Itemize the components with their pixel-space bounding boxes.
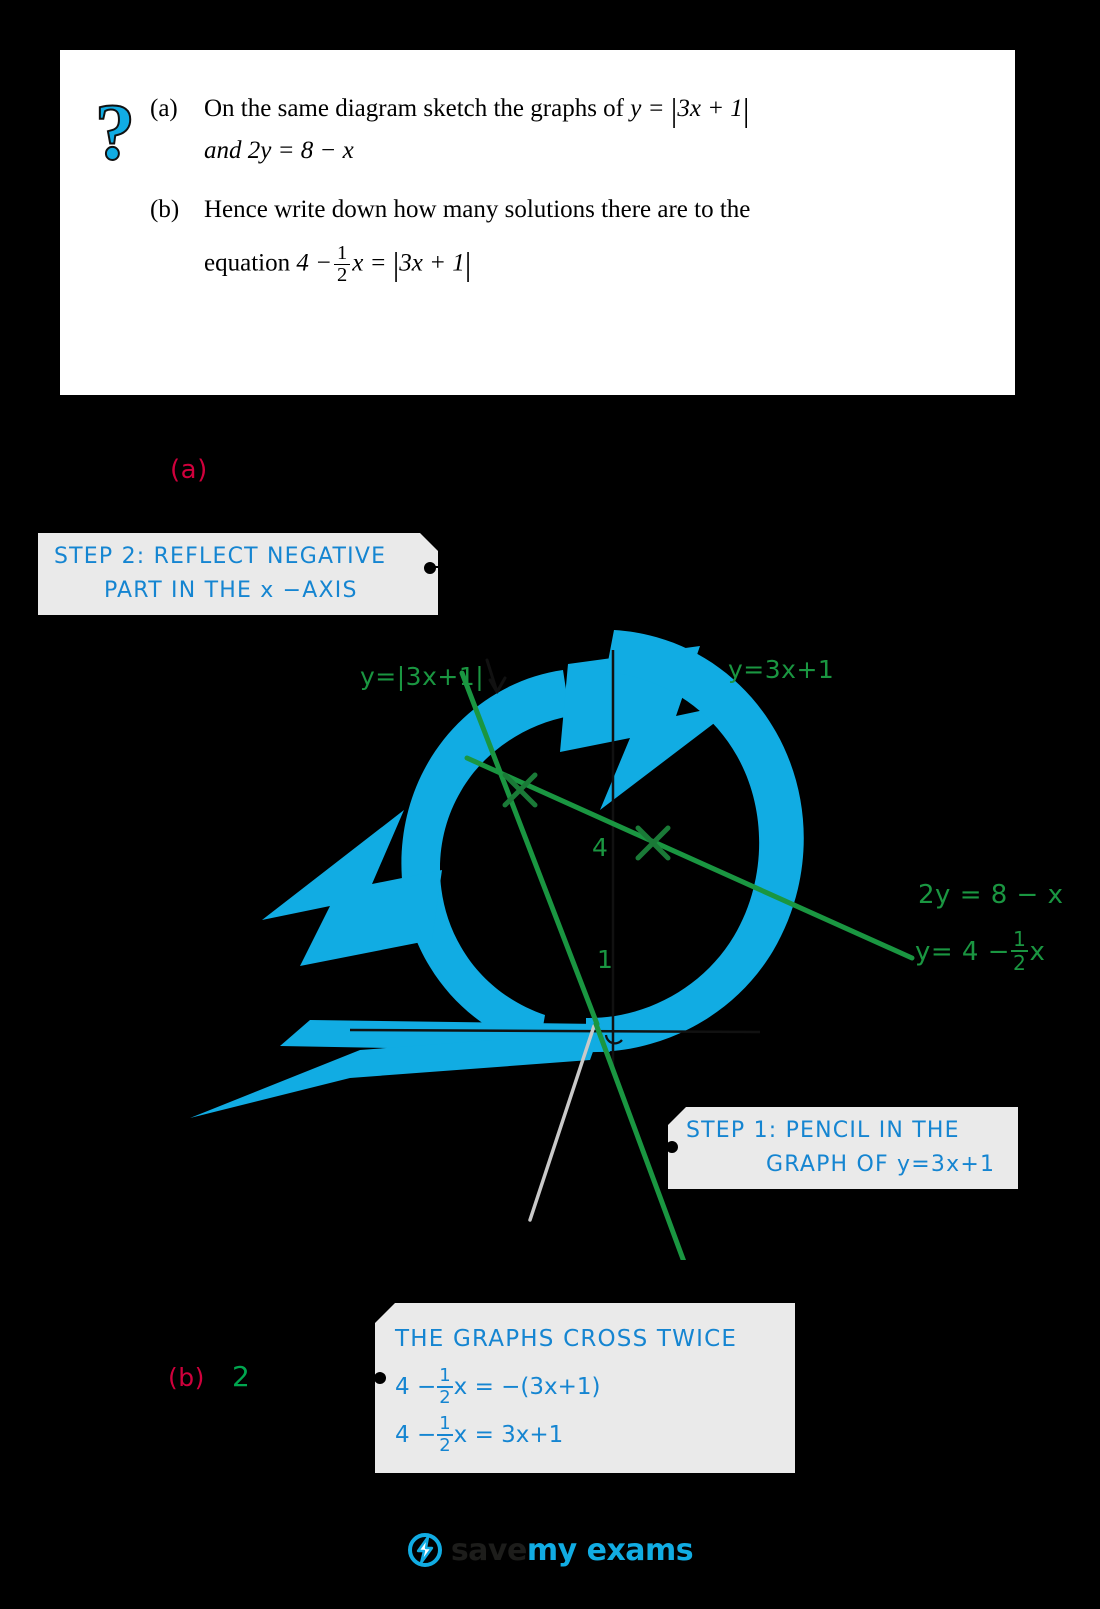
fraction-numerator: 1: [1011, 927, 1029, 953]
question-a-eq-mod: 3x + 1: [677, 95, 743, 122]
question-card: (a) On the same diagram sketch the graph…: [60, 50, 1015, 395]
answer-eq2-lead: 4 −: [395, 1374, 437, 1400]
question-b-equation-lead: 4 −: [296, 248, 332, 276]
question-part-a: (a) On the same diagram sketch the graph…: [150, 90, 985, 128]
answer-eq3-tail: x = 3x+1: [453, 1422, 564, 1448]
answer-eq2-fraction: 12: [437, 1365, 453, 1408]
fraction-numerator: 1: [333, 242, 351, 266]
graph-label-y4-lead: y= 4 −: [915, 937, 1011, 968]
graph-y-intercept-1: 1: [597, 945, 614, 974]
watermark-logo-icon: [190, 630, 804, 1118]
part-b-annotation: (b): [168, 1363, 205, 1392]
graph-label-y-equals-4-minus-half-x: y= 4 −1 2 x: [915, 928, 1045, 975]
fraction-denominator: 2: [439, 1386, 451, 1408]
fraction-denominator: 2: [439, 1434, 451, 1456]
question-a-second-equation: and 2y = 8 − x: [204, 136, 354, 164]
question-part-b: (b) Hence write down how many solutions …: [150, 191, 985, 229]
intersection-marker-2: [635, 825, 671, 861]
question-b-equation: equation 4 −1 2 x = |3x + 1|: [204, 241, 472, 287]
part-a-annotation: (a): [170, 455, 208, 485]
answer-eq3-lead: 4 −: [395, 1422, 437, 1448]
callout-step-2-connector: [424, 562, 467, 574]
fraction-numerator: 1: [437, 1413, 453, 1436]
callout-step-2-line-2: PART IN THE x −AXIS: [104, 578, 358, 603]
graph-y-intercept-4: 4: [592, 833, 609, 862]
graph-label-y4-tail: x: [1029, 937, 1046, 968]
graph-label-2y-equals-8-minus-x: 2y = 8 − x: [918, 880, 1064, 910]
part-b-answer: 2: [232, 1360, 251, 1393]
callout-answer-connector: [360, 1372, 386, 1384]
fraction-denominator: 2: [336, 264, 348, 287]
callout-step-1-line-1: STEP 1: PENCIL IN THE: [686, 1118, 960, 1143]
graph-label-y4-fraction: 12: [1011, 927, 1029, 976]
callout-step-1: STEP 1: PENCIL IN THE GRAPH OF y=3x+1: [668, 1107, 1018, 1189]
answer-eq2-tail: x = −(3x+1): [453, 1374, 601, 1400]
footer-word-save: save: [450, 1532, 528, 1568]
question-part-a-tag: (a): [150, 95, 178, 122]
label-arrow-icon: [485, 658, 507, 694]
callout-step-2-line-1: STEP 2: REFLECT NEGATIVE: [54, 544, 387, 569]
question-a-prose: On the same diagram sketch the graphs of: [204, 95, 625, 122]
save-my-exams-logo-icon: [407, 1533, 442, 1567]
footer-word-my-exams: my exams: [526, 1532, 694, 1568]
question-part-a-line2: and 2y = 8 − x: [150, 132, 985, 170]
fraction-numerator: 1: [437, 1365, 453, 1388]
graph-label-modulus: y=|3x+1|: [360, 662, 485, 691]
question-b-equation-word: equation: [204, 248, 291, 276]
callout-answer-line-2: 4 −1 2 x = −(3x+1): [395, 1363, 781, 1411]
callout-step-1-line-2: GRAPH OF y=3x+1: [766, 1152, 996, 1177]
question-part-b-line2: equation 4 −1 2 x = |3x + 1|: [150, 241, 985, 287]
callout-step-1-connector: [652, 1141, 678, 1153]
callout-answer-line-1: THE GRAPHS CROSS TWICE: [395, 1326, 738, 1352]
fraction-denominator: 2: [1013, 951, 1027, 976]
question-part-a-text: On the same diagram sketch the graphs of…: [204, 93, 750, 129]
question-b-fraction: 12: [333, 242, 351, 287]
callout-step-2: STEP 2: REFLECT NEGATIVE PART IN THE x −…: [38, 533, 438, 615]
callout-answer-line-3: 4 −1 2 x = 3x+1: [395, 1411, 781, 1459]
question-part-b-text: Hence write down how many solutions ther…: [204, 196, 751, 223]
graph-label-line: y=3x+1: [728, 655, 835, 684]
callout-answer: THE GRAPHS CROSS TWICE 4 −1 2 x = −(3x+1) …: [375, 1303, 795, 1473]
question-b-equation-mod: 3x + 1: [399, 248, 465, 276]
question-mark-icon: ?: [94, 89, 136, 177]
question-part-b-tag: (b): [150, 196, 180, 223]
footer-wordmark: savemy exams: [450, 1532, 694, 1568]
footer: savemy exams: [0, 1520, 1100, 1580]
answer-eq3-fraction: 12: [437, 1413, 453, 1456]
question-a-eq-lhs: y =: [630, 95, 665, 122]
question-b-equation-var: x =: [352, 248, 387, 276]
